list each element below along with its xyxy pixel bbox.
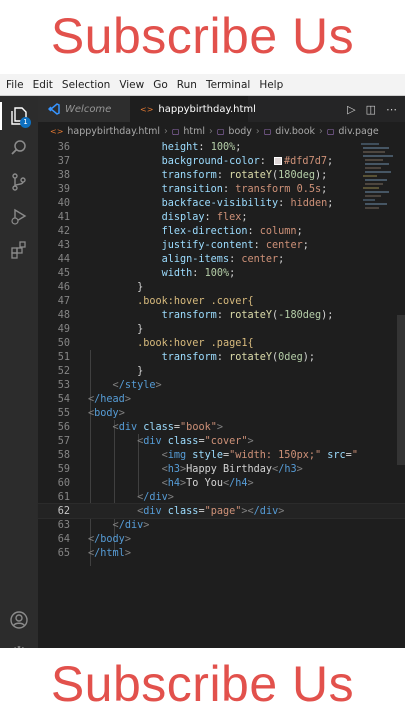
menu-file[interactable]: File	[6, 79, 24, 91]
code-line: 64 </body>	[57, 533, 131, 545]
tab-label: happybirthday.html	[158, 103, 256, 115]
breadcrumb-div-page[interactable]: div.page	[338, 126, 378, 137]
more-actions-icon[interactable]: ⋯	[386, 103, 397, 116]
code-line: 47 .book:hover .cover{	[57, 295, 254, 307]
vscode-logo-icon	[48, 103, 60, 115]
code-line: 51 transform: rotateY(0deg);	[57, 351, 315, 363]
code-editor-window: File Edit Selection View Go Run Terminal…	[0, 74, 405, 648]
code-line: 49 }	[57, 323, 144, 335]
code-line: 42 flex-direction: column;	[57, 225, 303, 237]
code-line: 58 <img style="width: 150px;" src="	[57, 449, 358, 461]
extensions-icon[interactable]	[7, 238, 31, 262]
menu-selection[interactable]: Selection	[62, 79, 110, 91]
menu-bar: File Edit Selection View Go Run Terminal…	[0, 74, 405, 96]
html-file-icon: <>	[50, 126, 64, 136]
element-icon: ▢	[216, 126, 225, 136]
code-line: 63 </div>	[57, 519, 150, 531]
code-line: 43 justify-content: center;	[57, 239, 309, 251]
source-control-icon[interactable]	[7, 170, 31, 194]
code-line-current: 62 <div class="page"></div>	[37, 503, 405, 519]
code-line: 36 height: 100%;	[57, 141, 242, 153]
banner-text: Subscribe Us	[50, 656, 355, 712]
explorer-badge: 1	[20, 117, 31, 128]
breadcrumb-body[interactable]: body	[228, 126, 252, 137]
explorer-icon[interactable]: 1	[0, 102, 31, 130]
breadcrumb-div-book[interactable]: div.book	[275, 126, 315, 137]
menu-edit[interactable]: Edit	[33, 79, 53, 91]
minimap[interactable]	[359, 140, 397, 230]
code-line: 54 </head>	[57, 393, 131, 405]
code-line: 52 }	[57, 365, 144, 377]
split-editor-icon[interactable]: ◫	[366, 103, 376, 116]
code-line: 59 <h3>Happy Birthday</h3>	[57, 463, 303, 475]
chevron-right-icon: ›	[255, 125, 260, 137]
search-icon[interactable]	[7, 136, 31, 160]
html-file-icon: <>	[140, 104, 154, 114]
code-line: 39 transition: transform 0.5s;	[57, 183, 328, 195]
breadcrumb-html[interactable]: html	[183, 126, 205, 137]
menu-terminal[interactable]: Terminal	[206, 79, 250, 91]
menu-go[interactable]: Go	[153, 79, 168, 91]
tab-label: Welcome	[65, 103, 112, 115]
element-icon: ▢	[326, 126, 335, 136]
run-debug-icon[interactable]	[7, 204, 31, 228]
menu-view[interactable]: View	[119, 79, 144, 91]
breadcrumb: <> happybirthday.html › ▢ html › ▢ body …	[38, 122, 405, 140]
code-line: 61 </div>	[57, 491, 174, 503]
chevron-right-icon: ›	[209, 125, 213, 137]
code-line: 53 </style>	[57, 379, 162, 391]
code-line: 40 backface-visibility: hidden;	[57, 197, 334, 209]
code-line: 41 display: flex;	[57, 211, 248, 223]
chevron-right-icon: ›	[164, 125, 168, 137]
scrollbar-thumb[interactable]	[397, 315, 405, 465]
editor-tabs: Welcome <> happybirthday.html ▷ ◫ ⋯	[38, 96, 405, 122]
element-icon: ▢	[263, 126, 272, 136]
code-line: 56 <div class="book">	[57, 421, 223, 433]
subscribe-banner-bottom: Subscribe Us	[0, 648, 405, 720]
code-line: 60 <h4>To You</h4>	[57, 477, 254, 489]
code-line: 45 width: 100%;	[57, 267, 236, 279]
code-line: 57 <div class="cover">	[57, 435, 254, 447]
menu-run[interactable]: Run	[177, 79, 197, 91]
code-line: 37 background-color: #dfd7d7;	[57, 155, 334, 167]
editor-actions: ▷ ◫ ⋯	[347, 96, 405, 122]
breadcrumb-file[interactable]: happybirthday.html	[67, 126, 160, 137]
code-line: 48 transform: rotateY(-180deg);	[57, 309, 334, 321]
code-line: 50 .book:hover .page1{	[57, 337, 254, 349]
tab-welcome[interactable]: Welcome	[38, 96, 130, 122]
subscribe-banner-top: Subscribe Us	[0, 0, 405, 72]
code-area[interactable]: 36 height: 100%; 37 background-color: #d…	[37, 140, 405, 648]
element-icon: ▢	[171, 126, 180, 136]
vertical-scrollbar[interactable]	[397, 140, 405, 648]
activity-bar: 1 1	[0, 96, 38, 648]
tab-happybirthday[interactable]: <> happybirthday.html	[130, 96, 256, 122]
code-line: 38 transform: rotateY(180deg);	[57, 169, 328, 181]
code-line: 65 </html>	[57, 547, 131, 559]
code-line: 46 }	[57, 281, 144, 293]
account-icon[interactable]	[7, 608, 31, 632]
color-swatch[interactable]	[274, 156, 283, 165]
code-line: 55 <body>	[57, 407, 125, 419]
banner-text: Subscribe Us	[50, 8, 355, 64]
run-icon[interactable]: ▷	[347, 103, 355, 116]
menu-help[interactable]: Help	[259, 79, 283, 91]
chevron-right-icon: ›	[319, 125, 323, 137]
code-line: 44 align-items: center;	[57, 253, 285, 265]
